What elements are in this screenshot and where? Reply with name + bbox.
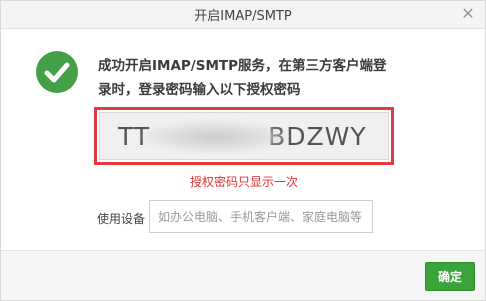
confirm-button[interactable]: 确定: [425, 262, 475, 291]
success-message-line-1: 成功开启IMAP/SMTP服务，在第三方客户端登: [98, 58, 387, 74]
device-input[interactable]: [149, 200, 373, 233]
success-message-line-2: 录时，登录密码输入以下授权密码: [98, 82, 301, 98]
success-message: 成功开启IMAP/SMTP服务，在第三方客户端登 录时，登录密码输入以下授权密码: [98, 54, 408, 102]
auth-code-box: TT BDZWY: [94, 107, 394, 165]
show-once-warning: 授权密码只显示一次: [189, 175, 298, 189]
dialog-footer: 确定: [1, 250, 485, 300]
imap-smtp-dialog: 开启IMAP/SMTP ✕ 成功开启IMAP/SMTP服务，在第三方客户端登 录…: [0, 0, 486, 301]
close-icon[interactable]: ✕: [459, 5, 477, 23]
auth-code-field[interactable]: TT BDZWY: [99, 112, 389, 160]
dialog-titlebar: 开启IMAP/SMTP ✕: [1, 1, 485, 29]
dialog-title: 开启IMAP/SMTP: [194, 9, 292, 24]
auth-code-blur-mask: [140, 121, 290, 153]
success-check-icon: [36, 51, 78, 93]
device-label: 使用设备: [97, 212, 146, 226]
